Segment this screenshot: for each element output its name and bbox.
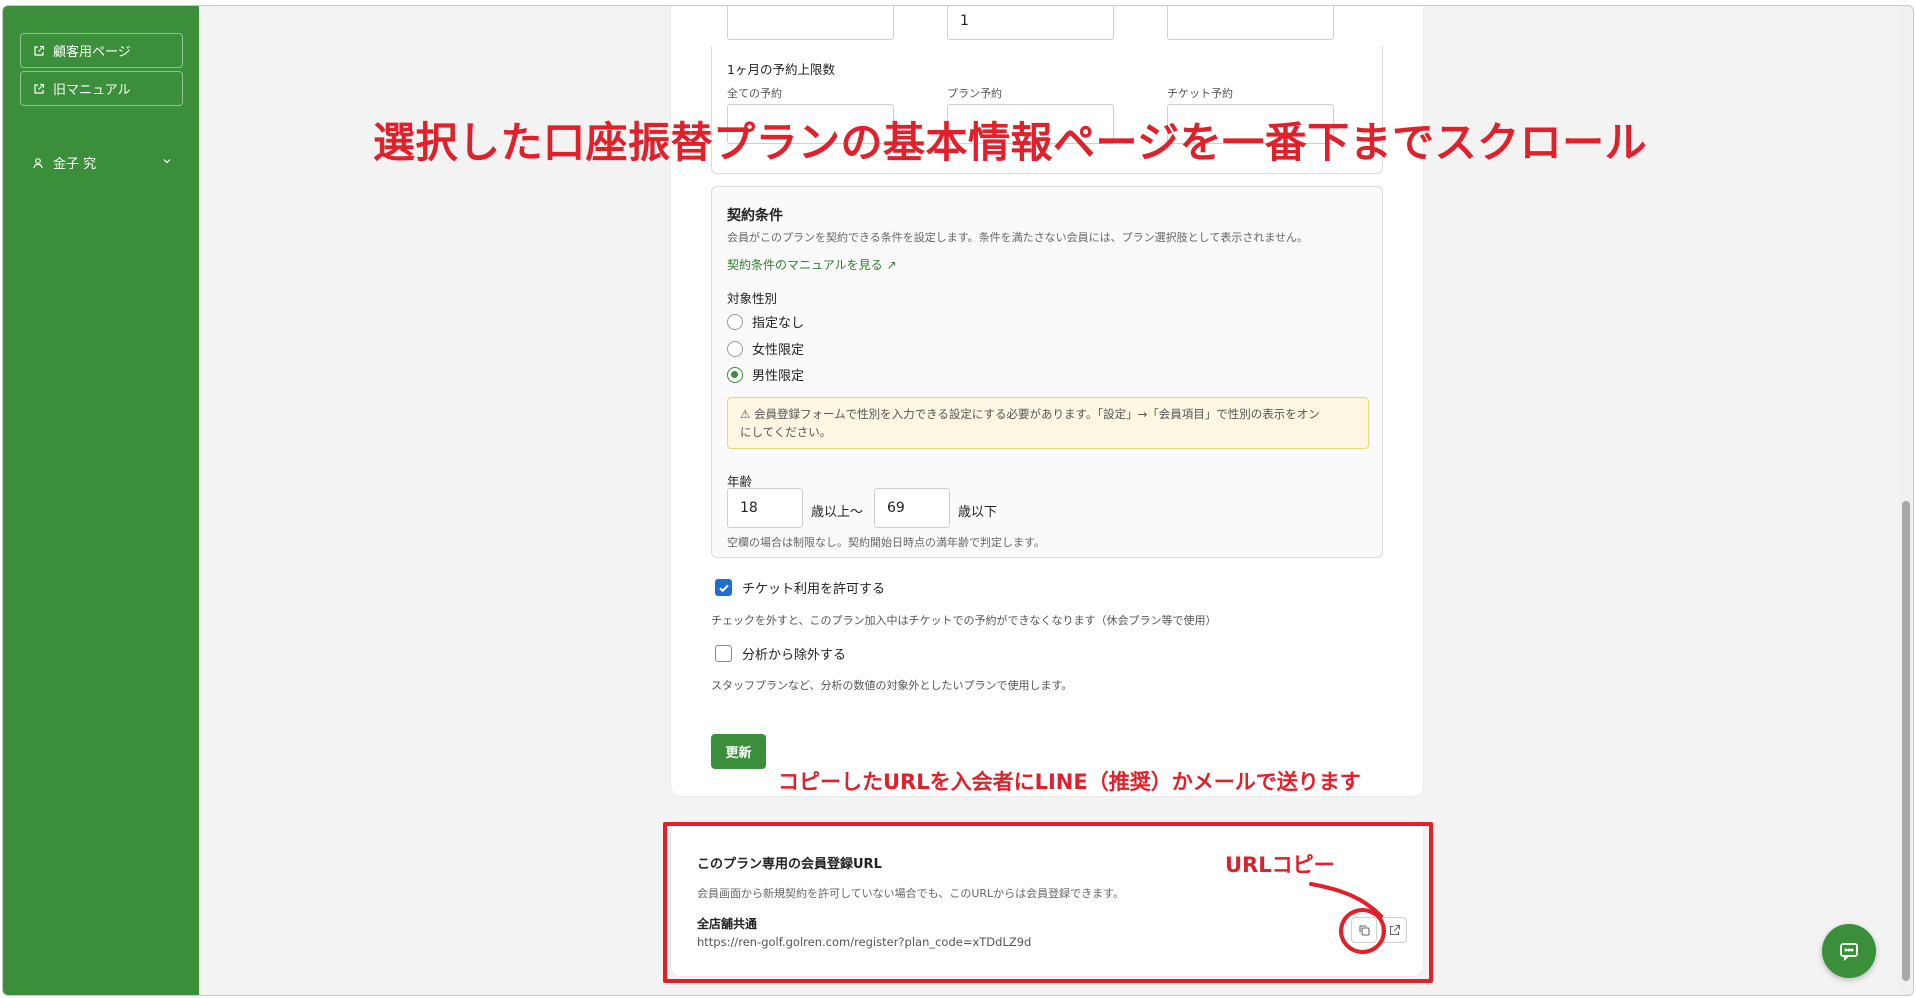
limit-input-1[interactable]	[727, 6, 894, 40]
ticket-checkbox[interactable]	[715, 579, 732, 596]
ticket-reservations-label: チケット予約	[1167, 87, 1233, 100]
all-reservations-label: 全ての予約	[727, 87, 782, 100]
contract-conditions-section: 契約条件 会員がこのプランを契約できる条件を設定します。条件を満たさない会員には…	[711, 186, 1383, 558]
gender-option-none[interactable]: 指定なし	[727, 312, 804, 331]
annotation-send-instruction: コピーしたURLを入会者にLINE（推奨）かメールで送ります	[778, 770, 1361, 794]
copy-button-circle-highlight	[1339, 908, 1386, 954]
check-icon	[718, 584, 729, 592]
monthly-limit-title: 1ヶ月の予約上限数	[727, 62, 835, 77]
chat-button[interactable]	[1822, 924, 1876, 978]
app-window: 顧客用ページ 旧マニュアル 金子 究 1 1ヶ月の予約上限数 全ての予約 プラン…	[2, 5, 1914, 996]
external-link-icon	[34, 83, 45, 94]
ticket-note: チェックを外すと、このプラン加入中はチケットでの予約ができなくなります（休会プラ…	[711, 614, 1217, 627]
radio-button[interactable]	[727, 313, 743, 330]
ticket-checkbox-label: チケット利用を許可する	[742, 582, 886, 597]
annotation-scroll-instruction: 選択した口座振替プランの基本情報ページを一番下までスクロール	[373, 118, 1648, 167]
sidebar: 顧客用ページ 旧マニュアル 金子 究	[3, 6, 199, 995]
age-max-suffix: 歳以下	[958, 505, 998, 520]
limit-input-3[interactable]	[1167, 6, 1334, 40]
old-manual-label: 旧マニュアル	[53, 83, 131, 98]
customer-page-button[interactable]: 顧客用ページ	[20, 33, 183, 68]
age-note: 空欄の場合は制限なし。契約開始日時点の満年齢で判定します。	[727, 536, 1045, 549]
user-menu[interactable]: 金子 究	[32, 153, 182, 172]
chat-icon	[1840, 943, 1858, 962]
plan-reservations-label: プラン予約	[947, 87, 1002, 100]
user-icon	[33, 157, 43, 168]
age-min-input[interactable]: 18	[727, 488, 803, 528]
age-max-input[interactable]: 69	[874, 488, 950, 528]
analysis-checkbox[interactable]	[715, 645, 732, 662]
radio-button-selected[interactable]	[727, 366, 743, 383]
gender-option-male[interactable]: 男性限定	[727, 365, 804, 384]
chevron-down-icon	[163, 159, 171, 164]
user-name: 金子 究	[53, 157, 97, 172]
scrollbar[interactable]	[1899, 6, 1913, 995]
gender-label: 対象性別	[727, 291, 778, 306]
scrollbar-thumb[interactable]	[1902, 501, 1910, 981]
analysis-note: スタッフプランなど、分析の数値の対象外としたいプランで使用します。	[711, 679, 1073, 692]
contract-manual-link[interactable]: 契約条件のマニュアルを見る ↗	[727, 256, 897, 273]
age-min-suffix: 歳以上〜	[811, 505, 864, 520]
contract-description: 会員がこのプランを契約できる条件を設定します。条件を満たさない会員には、プラン選…	[727, 231, 1309, 244]
old-manual-button[interactable]: 旧マニュアル	[20, 71, 183, 106]
gender-option-female[interactable]: 女性限定	[727, 339, 804, 358]
radio-button[interactable]	[727, 340, 743, 357]
contract-title: 契約条件	[727, 208, 783, 224]
annotation-copy-label: URLコピー	[1225, 853, 1335, 877]
external-link-icon	[34, 45, 45, 56]
limit-input-2[interactable]: 1	[947, 6, 1114, 40]
analysis-checkbox-row[interactable]: 分析から除外する	[715, 644, 846, 663]
update-button[interactable]: 更新	[711, 734, 766, 769]
ticket-checkbox-row[interactable]: チケット利用を許可する	[715, 578, 885, 597]
gender-warning: ⚠ 会員登録フォームで性別を入力できる設定にする必要があります。「設定」→「会員…	[727, 397, 1369, 449]
analysis-checkbox-label: 分析から除外する	[742, 648, 847, 663]
customer-page-label: 顧客用ページ	[53, 45, 131, 60]
